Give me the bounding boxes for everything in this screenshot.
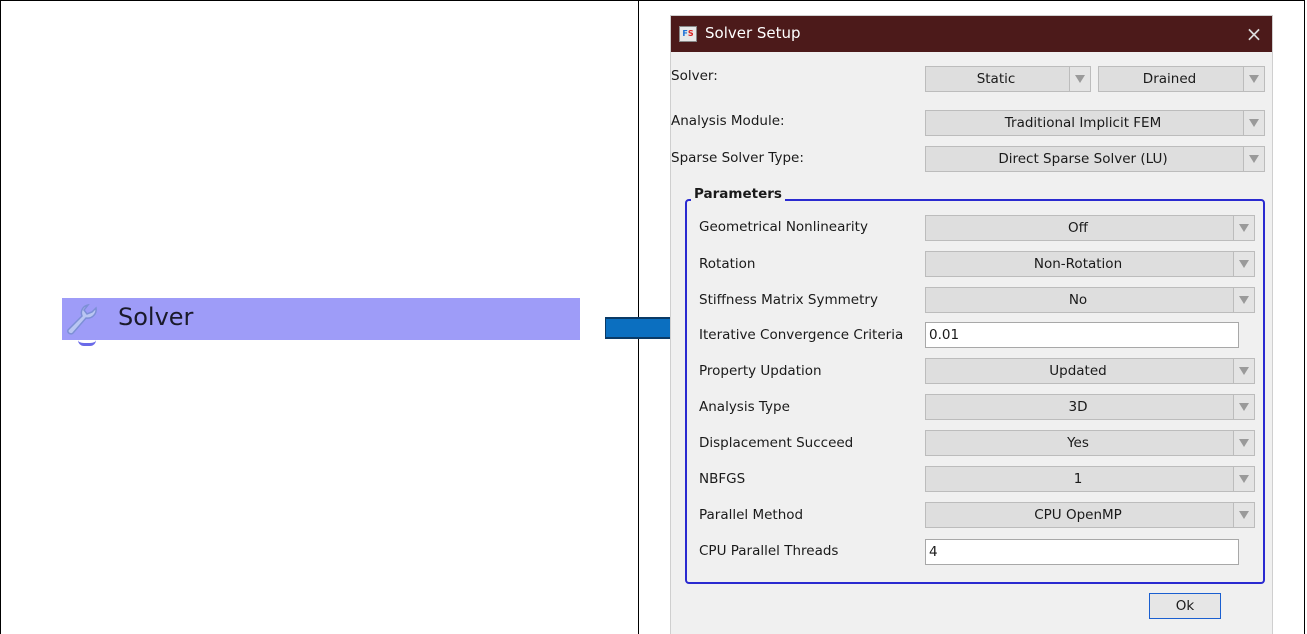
cpu-threads-input[interactable]: 4 [925, 539, 1239, 565]
displacement-succeed-select[interactable]: Yes [925, 430, 1255, 456]
property-updation-label: Property Updation [699, 363, 822, 379]
dialog-titlebar[interactable]: FS Solver Setup × [671, 16, 1272, 52]
parameters-group-title: Parameters [691, 186, 785, 202]
wrench-icon [67, 303, 97, 335]
chevron-down-icon [1233, 395, 1254, 419]
analysis-type-select[interactable]: 3D [925, 394, 1255, 420]
cpu-threads-label: CPU Parallel Threads [699, 543, 839, 559]
drainage-select[interactable]: Drained [1098, 66, 1265, 92]
displacement-succeed-label: Displacement Succeed [699, 435, 854, 451]
rotation-select[interactable]: Non-Rotation [925, 251, 1255, 277]
tree-node-label: Solver [118, 303, 194, 331]
analysis-module-label: Analysis Module: [671, 113, 785, 129]
chevron-down-icon [1069, 67, 1090, 91]
geom-nonlinearity-value: Off [1068, 220, 1088, 236]
analysis-module-select[interactable]: Traditional Implicit FEM [925, 110, 1265, 136]
solver-type-value: Static [976, 71, 1016, 87]
chevron-down-icon [1233, 503, 1254, 527]
chevron-down-icon [1243, 147, 1264, 171]
stiffness-symmetry-select[interactable]: No [925, 287, 1255, 313]
analysis-type-value: 3D [1068, 399, 1088, 415]
rotation-label: Rotation [699, 256, 756, 272]
sparse-solver-select[interactable]: Direct Sparse Solver (LU) [925, 146, 1265, 172]
close-button[interactable]: × [1242, 22, 1266, 46]
analysis-module-value: Traditional Implicit FEM [1004, 115, 1162, 131]
sparse-solver-label: Sparse Solver Type: [671, 150, 804, 166]
sparse-solver-value: Direct Sparse Solver (LU) [998, 151, 1168, 167]
geom-nonlinearity-select[interactable]: Off [925, 215, 1255, 241]
analysis-type-label: Analysis Type [699, 399, 790, 415]
chevron-down-icon [1243, 67, 1264, 91]
chevron-down-icon [1233, 288, 1254, 312]
app-icon: FS [679, 26, 697, 42]
nbfgs-value: 1 [1073, 471, 1083, 487]
property-updation-value: Updated [1049, 363, 1107, 379]
parallel-method-value: CPU OpenMP [1034, 507, 1122, 523]
parallel-method-label: Parallel Method [699, 507, 804, 523]
solver-type-select[interactable]: Static [925, 66, 1091, 92]
convergence-input[interactable]: 0.01 [925, 322, 1239, 348]
solver-label: Solver: [671, 68, 718, 84]
rotation-value: Non-Rotation [1033, 256, 1123, 272]
chevron-down-icon [1243, 111, 1264, 135]
parallel-method-select[interactable]: CPU OpenMP [925, 502, 1255, 528]
chevron-down-icon [1233, 431, 1254, 455]
chevron-down-icon [1233, 216, 1254, 240]
convergence-label: Iterative Convergence Criteria [699, 327, 904, 343]
geom-nonlinearity-label: Geometrical Nonlinearity [699, 219, 868, 235]
stiffness-symmetry-value: No [1068, 292, 1088, 308]
chevron-down-icon [1233, 252, 1254, 276]
displacement-succeed-value: Yes [1067, 435, 1089, 451]
dialog-title: Solver Setup [705, 24, 801, 42]
nbfgs-label: NBFGS [699, 471, 746, 487]
chevron-down-icon [1233, 359, 1254, 383]
nbfgs-select[interactable]: 1 [925, 466, 1255, 492]
property-updation-select[interactable]: Updated [925, 358, 1255, 384]
chevron-down-icon [1233, 467, 1254, 491]
stiffness-symmetry-label: Stiffness Matrix Symmetry [699, 292, 878, 308]
tree-node-solver[interactable]: Solver [62, 298, 580, 340]
solver-setup-dialog: FS Solver Setup × Solver: Static Drained… [671, 16, 1272, 634]
drainage-value: Drained [1142, 71, 1197, 87]
ok-button[interactable]: Ok [1149, 593, 1221, 619]
